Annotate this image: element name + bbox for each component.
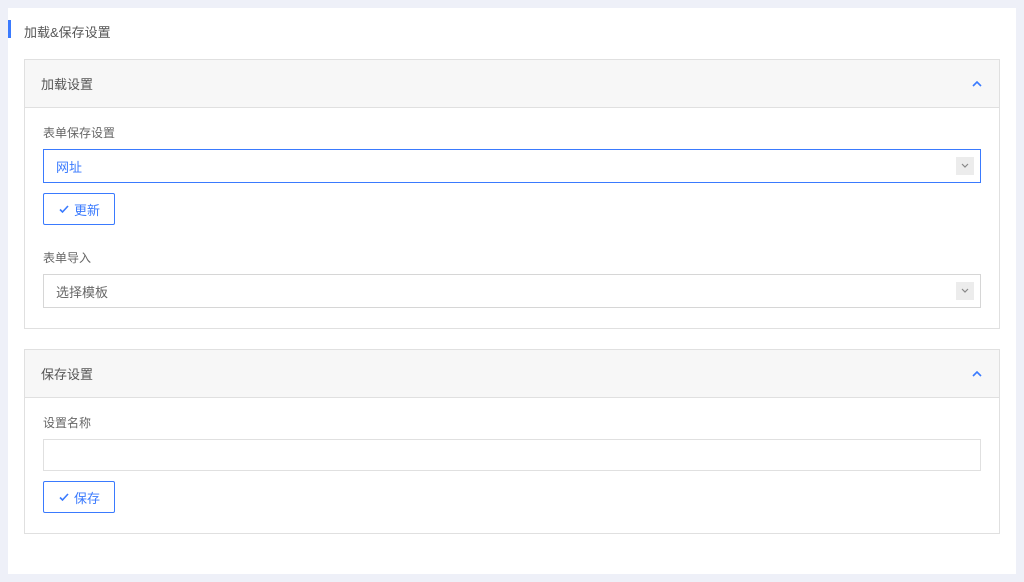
save-settings-panel-body: 设置名称 保存 [25,398,999,533]
load-settings-panel-body: 表单保存设置 网址 更新 表单导入 选择模板 [25,108,999,328]
import-select[interactable]: 选择模板 [43,274,981,308]
save-settings-panel: 保存设置 设置名称 保存 [24,349,1000,534]
update-button[interactable]: 更新 [43,193,115,225]
settings-page: 加载&保存设置 加载设置 表单保存设置 网址 更新 [8,8,1016,574]
load-settings-panel: 加载设置 表单保存设置 网址 更新 表单导入 [24,59,1000,329]
page-title: 加载&保存设置 [24,22,1000,41]
saved-settings-field: 表单保存设置 网址 更新 [43,124,981,225]
chevron-up-icon [971,368,983,380]
caret-down-icon [956,157,974,175]
setting-name-field: 设置名称 保存 [43,414,981,513]
save-settings-panel-title: 保存设置 [41,364,93,383]
page-header: 加载&保存设置 [24,12,1000,59]
load-settings-panel-header[interactable]: 加载设置 [25,60,999,108]
check-icon [58,491,70,503]
save-button-label: 保存 [74,488,100,507]
update-button-label: 更新 [74,200,100,219]
save-settings-panel-header[interactable]: 保存设置 [25,350,999,398]
import-field: 表单导入 选择模板 [43,249,981,308]
import-label: 表单导入 [43,249,981,266]
saved-settings-select-value: 网址 [56,157,82,176]
save-button[interactable]: 保存 [43,481,115,513]
caret-down-icon [956,282,974,300]
check-icon [58,203,70,215]
title-accent-bar [8,20,11,38]
import-select-value: 选择模板 [56,282,108,301]
load-settings-panel-title: 加载设置 [41,74,93,93]
saved-settings-select[interactable]: 网址 [43,149,981,183]
setting-name-input[interactable] [43,439,981,471]
saved-settings-label: 表单保存设置 [43,124,981,141]
setting-name-label: 设置名称 [43,414,981,431]
chevron-up-icon [971,78,983,90]
